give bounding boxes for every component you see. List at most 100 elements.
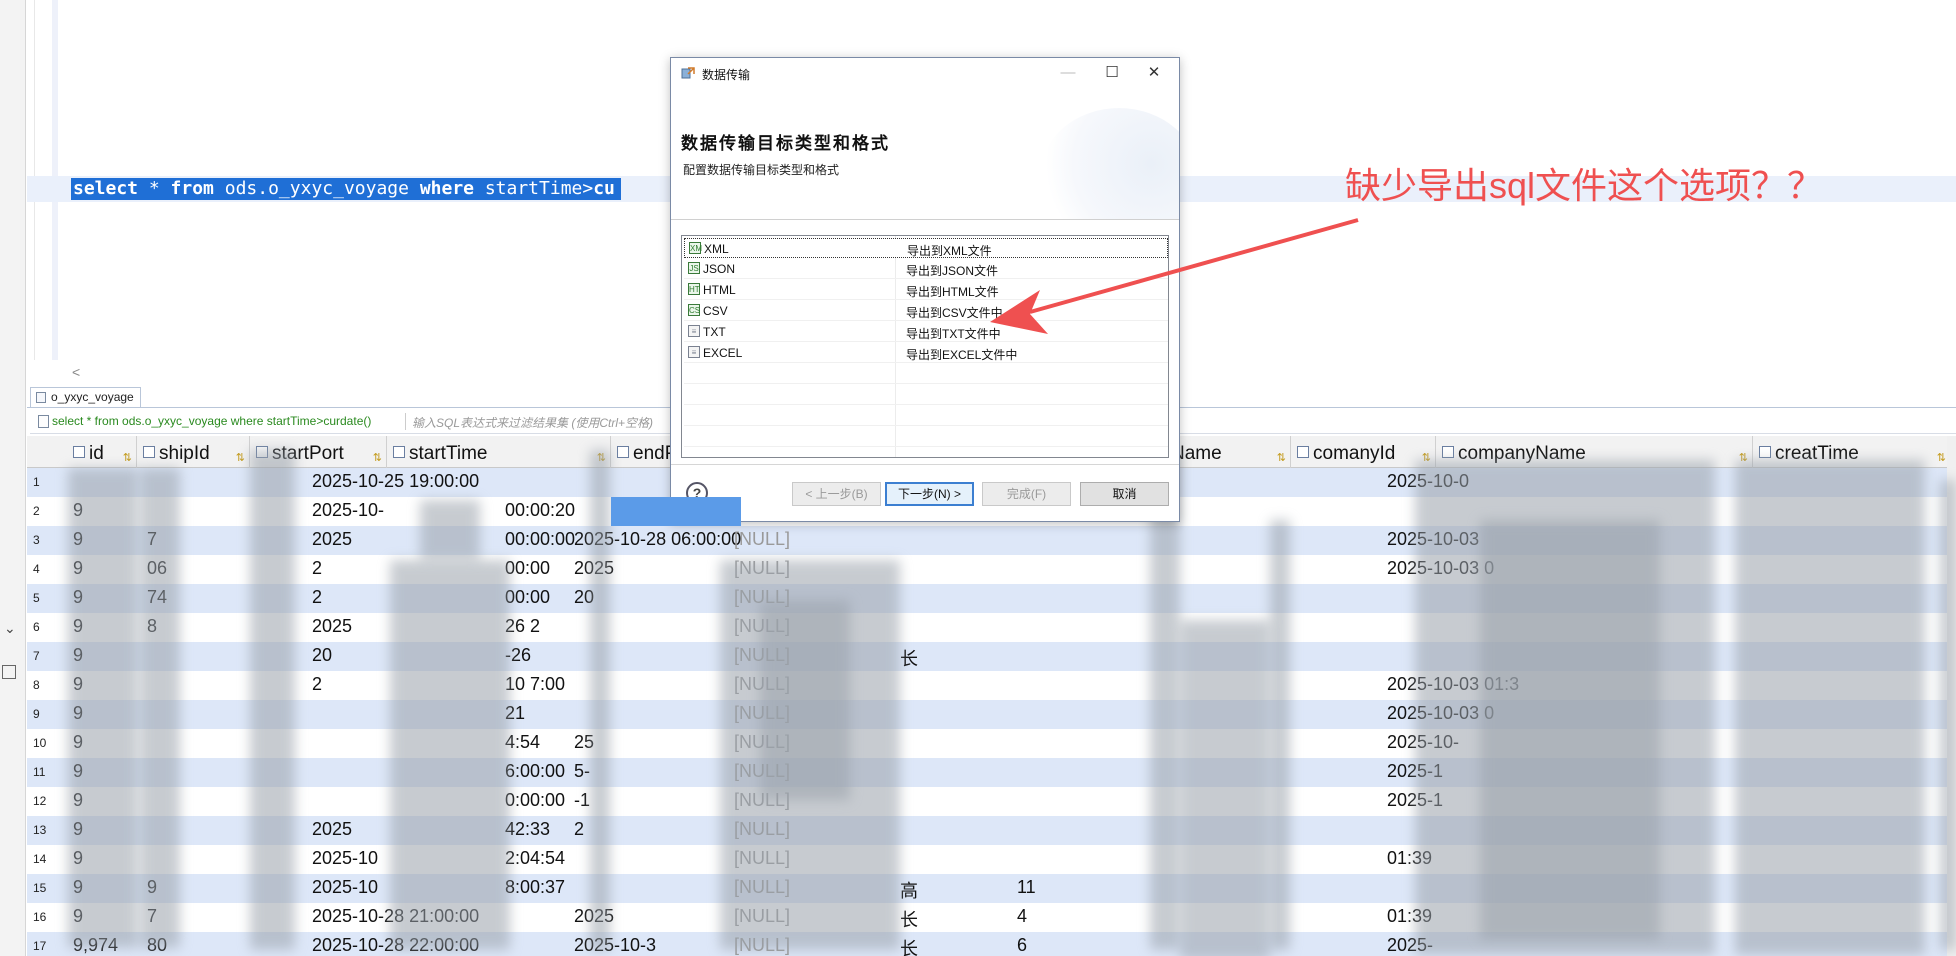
table-cell[interactable]: 2025-10-3 xyxy=(574,935,656,956)
minimize-icon[interactable]: — xyxy=(1051,61,1085,85)
column-type-icon xyxy=(1442,446,1454,458)
table-cell[interactable]: 4 xyxy=(1017,906,1027,927)
table-cell[interactable]: 2025 xyxy=(312,819,352,840)
dialog-titlebar[interactable]: 数据传输 — ☐ ✕ xyxy=(671,58,1179,88)
table-cell[interactable]: 0:00:00 xyxy=(505,790,565,811)
row-number: 17 xyxy=(33,939,47,953)
table-cell[interactable]: 00:00 xyxy=(505,558,550,579)
finish-button[interactable]: 完成(F) xyxy=(982,482,1071,506)
table-cell[interactable]: 长 xyxy=(900,935,918,956)
table-cell[interactable]: 8:00:37 xyxy=(505,877,565,898)
redaction-blur xyxy=(420,500,480,560)
format-item-excel[interactable]: ≡ EXCEL 导出到EXCEL文件中 xyxy=(684,343,1168,363)
table-cell[interactable]: 2025-10-25 19:00:00 xyxy=(312,471,479,492)
format-item-txt[interactable]: ≡ TXT 导出到TXT文件中 xyxy=(684,322,1168,342)
restore-icon[interactable] xyxy=(2,665,16,679)
table-cell[interactable]: 2025 xyxy=(312,529,352,550)
tab-label: o_yxyc_voyage xyxy=(51,390,134,404)
sql-file-icon xyxy=(38,415,49,428)
table-cell[interactable]: 6:00:00 xyxy=(505,761,565,782)
column-header[interactable]: id ⇅ xyxy=(67,436,137,468)
redaction-blur xyxy=(250,450,295,950)
table-icon xyxy=(36,392,46,403)
table-cell[interactable]: 00:00 xyxy=(505,587,550,608)
sort-icon[interactable]: ⇅ xyxy=(236,440,245,468)
table-cell[interactable]: 2 xyxy=(574,819,584,840)
table-cell[interactable]: 2 xyxy=(312,587,322,608)
column-header[interactable]: startTime⇅ xyxy=(387,436,611,468)
row-number: 16 xyxy=(33,910,47,924)
format-item-xml[interactable]: XM XML 导出到XML文件 xyxy=(684,238,1168,258)
column-type-icon xyxy=(393,446,405,458)
table-cell[interactable]: 长 xyxy=(900,906,918,932)
table-cell[interactable]: 11 xyxy=(1017,877,1036,898)
screen: ⌄ select * from ods.o_yxyc_voyage where … xyxy=(0,0,1956,956)
table-cell[interactable]: 2025-10 xyxy=(312,848,378,869)
dialog-footer-divider xyxy=(671,464,1179,465)
table-cell[interactable]: 6 xyxy=(1017,935,1027,956)
filter-input[interactable]: 输入SQL表达式来过滤结果集 (使用Ctrl+空格) xyxy=(412,414,653,431)
row-number: 5 xyxy=(33,591,40,605)
table-cell[interactable]: 26 2 xyxy=(505,616,540,637)
redaction-blur xyxy=(68,468,138,948)
sql-text: * xyxy=(138,178,171,199)
table-cell[interactable]: -1 xyxy=(574,790,590,811)
redaction-blur xyxy=(140,468,180,948)
format-item-html[interactable]: HT HTML 导出到HTML文件 xyxy=(684,280,1168,300)
close-icon[interactable]: ✕ xyxy=(1137,61,1171,85)
row-number: 11 xyxy=(33,765,46,779)
sort-icon[interactable]: ⇅ xyxy=(1277,440,1286,468)
sql-statement[interactable]: select * from ods.o_yxyc_voyage where st… xyxy=(71,178,621,200)
table-cell[interactable]: 2025-10- xyxy=(312,500,384,521)
sort-icon[interactable]: ⇅ xyxy=(373,440,382,468)
export-format-list[interactable]: XM XML 导出到XML文件 JS JSON 导出到JSON文件 HT HTML 导出到HTM… xyxy=(681,235,1169,458)
empty-list-row xyxy=(684,385,1168,405)
filter-separator xyxy=(405,413,406,430)
table-cell[interactable]: 高 xyxy=(900,877,918,903)
empty-list-row xyxy=(684,364,1168,384)
format-name: TXT xyxy=(703,325,726,339)
format-description: 导出到TXT文件中 xyxy=(906,327,1001,341)
table-cell[interactable]: 4:54 xyxy=(505,732,540,753)
maximize-icon[interactable]: ☐ xyxy=(1095,61,1129,85)
table-cell[interactable]: 00:00:20 xyxy=(505,500,575,521)
next-button[interactable]: 下一步(N) > xyxy=(885,482,974,506)
table-cell[interactable]: 2 xyxy=(312,558,322,579)
row-number: 15 xyxy=(33,881,47,895)
filter-sql-text: select * from ods.o_yxyc_voyage where st… xyxy=(52,414,372,428)
column-header[interactable]: shipId ⇅ xyxy=(137,436,250,468)
table-cell[interactable]: 42:33 xyxy=(505,819,550,840)
sort-icon[interactable]: ⇅ xyxy=(1937,440,1946,468)
chevron-down-icon[interactable]: ⌄ xyxy=(4,620,16,637)
sort-icon[interactable]: ⇅ xyxy=(123,440,132,468)
format-name: JSON xyxy=(703,262,736,276)
back-button[interactable]: < 上一步(B) xyxy=(792,482,881,506)
excel-file-icon: ≡ xyxy=(688,346,700,358)
dialog-title: 数据传输 xyxy=(702,68,751,82)
row-number: 1 xyxy=(33,475,40,489)
cancel-button[interactable]: 取消 xyxy=(1080,482,1169,506)
data-transfer-dialog: 数据传输 — ☐ ✕ 数据传输目标类型和格式 配置数据传输目标类型和格式 XM X… xyxy=(670,57,1180,522)
table-cell[interactable]: 5- xyxy=(574,761,590,782)
format-item-csv[interactable]: CS CSV 导出到CSV文件中 xyxy=(684,301,1168,321)
format-item-json[interactable]: JS JSON 导出到JSON文件 xyxy=(684,259,1168,279)
table-cell[interactable]: 10 7:00 xyxy=(505,674,565,695)
table-cell[interactable]: [NULL] xyxy=(734,529,790,550)
column-type-icon xyxy=(617,446,629,458)
selected-cell[interactable] xyxy=(611,497,741,526)
table-cell[interactable]: 长 xyxy=(900,645,918,671)
format-description: 导出到HTML文件 xyxy=(906,285,999,299)
table-cell[interactable]: 2:04:54 xyxy=(505,848,565,869)
tab-result-set[interactable]: o_yxyc_voyage xyxy=(30,387,141,407)
table-cell[interactable]: 00:00:00 xyxy=(505,529,575,550)
format-description: 导出到XML文件 xyxy=(907,244,992,258)
table-cell[interactable]: 2025-10 xyxy=(312,877,378,898)
table-cell[interactable]: 20 xyxy=(312,645,332,666)
table-cell[interactable]: 2025 xyxy=(312,616,352,637)
json-file-icon: JS xyxy=(688,262,700,274)
format-name: HTML xyxy=(703,283,736,297)
redaction-blur xyxy=(1480,520,1660,940)
table-cell[interactable]: 2 xyxy=(312,674,322,695)
scroll-left-icon[interactable]: < xyxy=(72,364,80,380)
column-type-icon xyxy=(73,446,85,458)
